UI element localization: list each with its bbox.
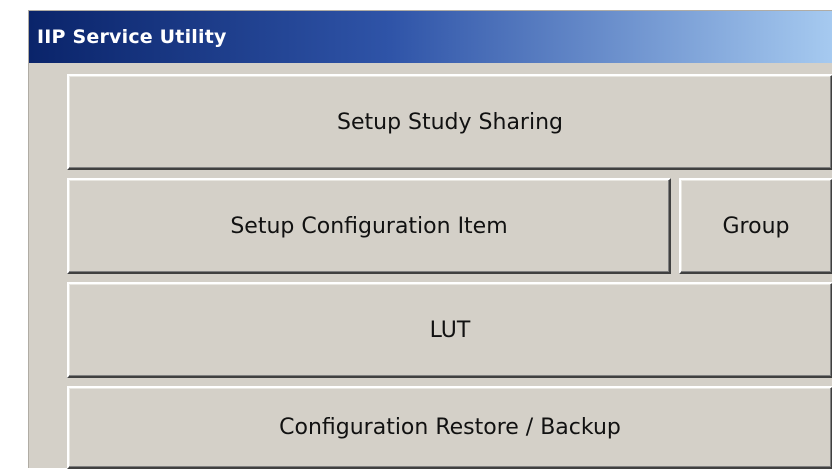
window-title: IIP Service Utility — [37, 26, 227, 48]
service-utility-window: IIP Service Utility Setup Study Sharing … — [28, 10, 832, 469]
setup-study-sharing-button[interactable]: Setup Study Sharing — [67, 74, 832, 170]
configuration-restore-backup-button[interactable]: Configuration Restore / Backup — [67, 386, 832, 469]
setup-configuration-item-button[interactable]: Setup Configuration Item — [67, 178, 671, 274]
window-titlebar[interactable]: IIP Service Utility — [29, 11, 832, 63]
lut-button[interactable]: LUT — [67, 282, 832, 378]
group-button[interactable]: Group — [679, 178, 832, 274]
